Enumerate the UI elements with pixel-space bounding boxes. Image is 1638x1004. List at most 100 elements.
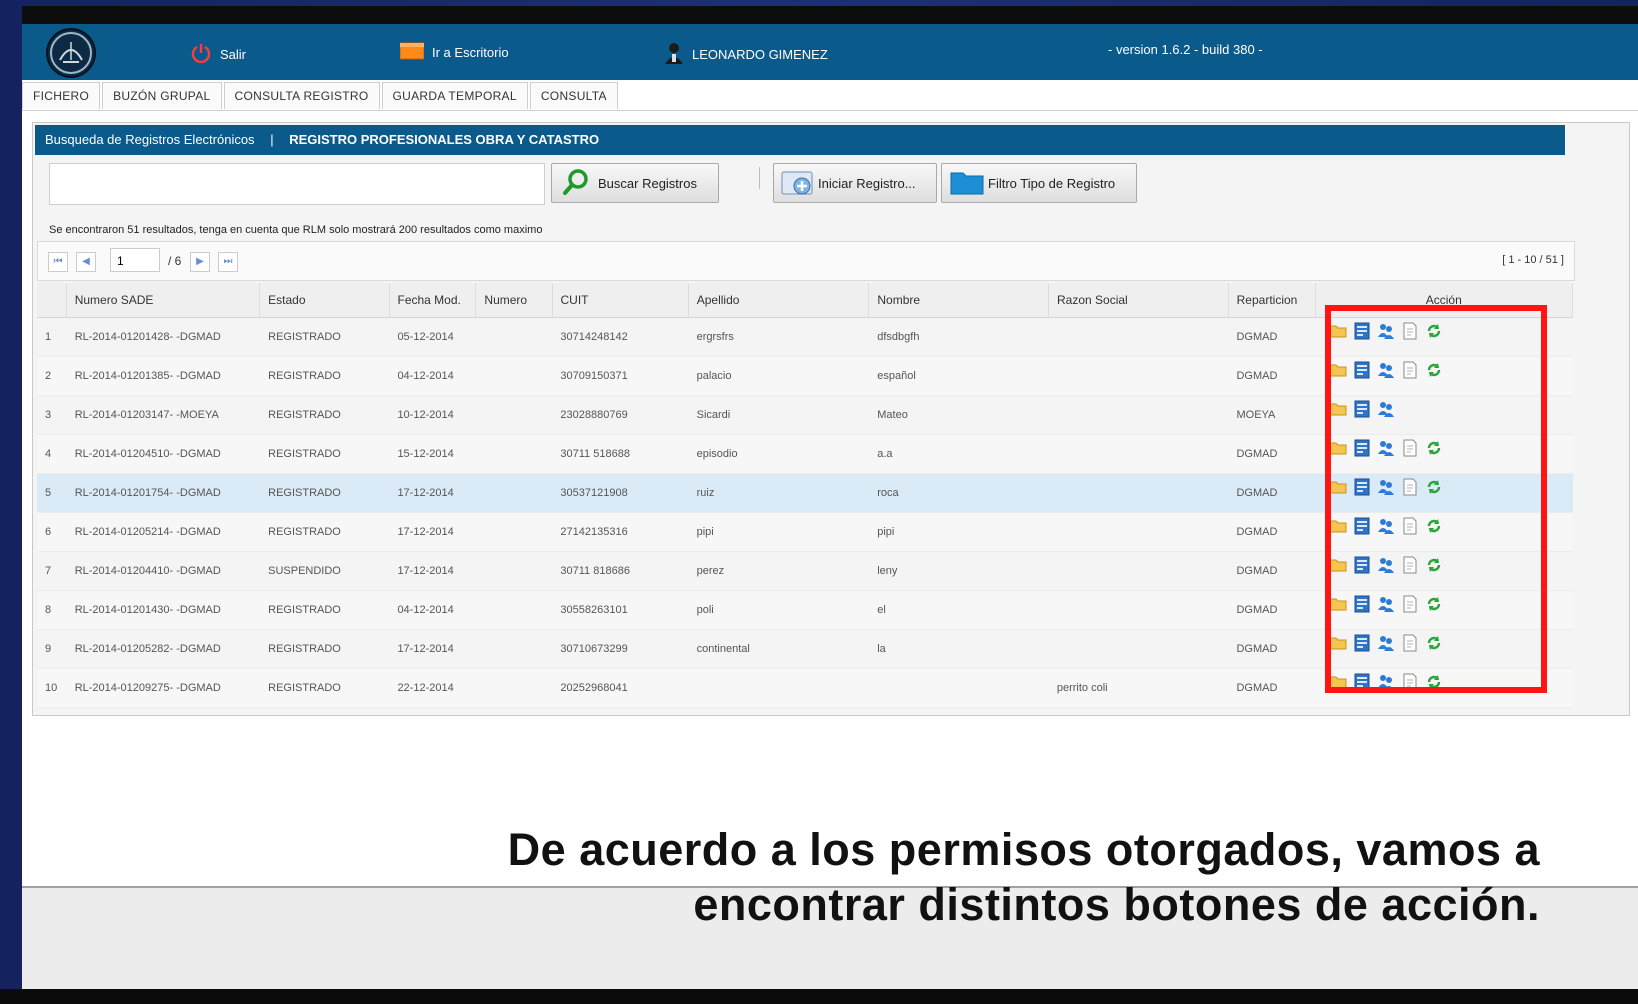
table-row[interactable]: 1 RL-2014-01201428- -DGMAD REGISTRADO 05-12… (37, 318, 1573, 357)
form-action-icon[interactable] (1353, 552, 1371, 590)
form-action-icon[interactable] (1353, 396, 1371, 434)
form-action-icon[interactable] (1353, 435, 1371, 473)
users-action-icon[interactable] (1377, 513, 1395, 551)
form-action-icon[interactable] (1353, 318, 1371, 356)
document-action-icon[interactable] (1401, 669, 1419, 707)
cell-numero-sade: RL-2014-01201754- -DGMAD (74, 487, 221, 499)
cell-accion (1315, 318, 1573, 356)
table-row[interactable]: 9 RL-2014-01205282- -DGMAD REGISTRADO 17-12… (37, 630, 1573, 669)
refresh-action-icon[interactable] (1425, 630, 1443, 668)
folder-action-icon[interactable] (1329, 396, 1347, 434)
table-row[interactable]: 10 RL-2014-01209275- -DGMAD REGISTRADO 22-1… (37, 669, 1573, 708)
cell-estado: REGISTRADO (268, 604, 341, 616)
tab-fichero[interactable]: FICHERO (22, 82, 101, 109)
form-action-icon[interactable] (1353, 357, 1371, 395)
cell-fecha-mod: 04-12-2014 (397, 604, 454, 616)
desktop-icon (399, 42, 425, 63)
version-text: - version 1.6.2 - build 380 - (1108, 42, 1263, 57)
folder-action-icon[interactable] (1329, 669, 1347, 707)
cell-razon-social (1049, 474, 1229, 512)
search-records-button[interactable]: Buscar Registros (551, 163, 719, 203)
form-action-icon[interactable] (1353, 474, 1371, 512)
folder-action-icon[interactable] (1329, 318, 1347, 356)
form-action-icon[interactable] (1353, 630, 1371, 668)
folder-action-icon[interactable] (1329, 552, 1347, 590)
folder-action-icon[interactable] (1329, 435, 1347, 473)
document-action-icon[interactable] (1401, 318, 1419, 356)
users-action-icon[interactable] (1377, 552, 1395, 590)
col-nombre[interactable]: Nombre (869, 283, 1049, 317)
folder-action-icon[interactable] (1329, 513, 1347, 551)
table-row[interactable]: 8 RL-2014-01201430- -DGMAD REGISTRADO 04-12… (37, 591, 1573, 630)
col-razon-social[interactable]: Razon Social (1049, 283, 1229, 317)
folder-action-icon[interactable] (1329, 591, 1347, 629)
col-fecha-mod[interactable]: Fecha Mod. (390, 283, 477, 317)
document-action-icon[interactable] (1401, 513, 1419, 551)
col-cuit[interactable]: CUIT (553, 283, 689, 317)
refresh-action-icon[interactable] (1425, 513, 1443, 551)
folder-action-icon[interactable] (1329, 357, 1347, 395)
col-apellido[interactable]: Apellido (689, 283, 870, 317)
table-row[interactable]: 3 RL-2014-01203147- -MOEYA REGISTRADO 10-12… (37, 396, 1573, 435)
users-action-icon[interactable] (1377, 630, 1395, 668)
cell-row-index: 6 (45, 526, 52, 538)
exit-button[interactable]: Salir (190, 42, 246, 67)
table-row[interactable]: 6 RL-2014-01205214- -DGMAD REGISTRADO 17-12… (37, 513, 1573, 552)
users-action-icon[interactable] (1377, 591, 1395, 629)
users-action-icon[interactable] (1377, 435, 1395, 473)
document-action-icon[interactable] (1401, 435, 1419, 473)
users-action-icon[interactable] (1377, 396, 1395, 434)
document-action-icon[interactable] (1401, 630, 1419, 668)
users-action-icon[interactable] (1377, 357, 1395, 395)
tab-consulta[interactable]: CONSULTA (529, 82, 618, 109)
next-page-icon[interactable]: ▶ (190, 252, 210, 272)
prev-page-icon[interactable]: ◀ (76, 252, 96, 272)
tab-guarda-temporal[interactable]: GUARDA TEMPORAL (381, 82, 528, 109)
refresh-action-icon[interactable] (1425, 357, 1443, 395)
tab-buzon-grupal[interactable]: BUZÓN GRUPAL (102, 82, 222, 109)
cell-nombre: español (877, 370, 916, 382)
logo-icon[interactable] (46, 28, 96, 78)
search-input[interactable] (49, 163, 545, 205)
cell-numero (476, 474, 552, 512)
page-input[interactable]: 1 (110, 248, 160, 272)
refresh-action-icon[interactable] (1425, 318, 1443, 356)
search-panel: Busqueda de Registros Electrónicos | REG… (32, 122, 1630, 716)
folder-action-icon[interactable] (1329, 474, 1347, 512)
cell-row-index: 3 (45, 409, 52, 421)
table-row[interactable]: 7 RL-2014-01204410- -DGMAD SUSPENDIDO 17-12… (37, 552, 1573, 591)
cell-razon-social (1049, 435, 1229, 473)
refresh-action-icon[interactable] (1425, 591, 1443, 629)
users-action-icon[interactable] (1377, 474, 1395, 512)
tab-consulta-registro[interactable]: CONSULTA REGISTRO (223, 82, 380, 109)
user-info: LEONARDO GIMENEZ (664, 42, 828, 67)
refresh-action-icon[interactable] (1425, 435, 1443, 473)
users-action-icon[interactable] (1377, 669, 1395, 707)
document-action-icon[interactable] (1401, 591, 1419, 629)
desktop-link[interactable]: Ir a Escritorio (399, 42, 509, 63)
col-numero-sade[interactable]: Numero SADE (67, 283, 261, 317)
refresh-action-icon[interactable] (1425, 474, 1443, 512)
table-row[interactable]: 5 RL-2014-01201754- -DGMAD REGISTRADO 17-12… (37, 474, 1573, 513)
document-action-icon[interactable] (1401, 552, 1419, 590)
document-action-icon[interactable] (1401, 357, 1419, 395)
form-action-icon[interactable] (1353, 591, 1371, 629)
document-action-icon[interactable] (1401, 474, 1419, 512)
users-action-icon[interactable] (1377, 318, 1395, 356)
init-record-button[interactable]: Iniciar Registro... (773, 163, 937, 203)
folder-action-icon[interactable] (1329, 630, 1347, 668)
form-action-icon[interactable] (1353, 669, 1371, 707)
col-reparticion[interactable]: Reparticion (1229, 283, 1316, 317)
refresh-action-icon[interactable] (1425, 552, 1443, 590)
col-estado[interactable]: Estado (260, 283, 390, 317)
breadcrumb[interactable]: Busqueda de Registros Electrónicos (45, 132, 255, 147)
panel-title: REGISTRO PROFESIONALES OBRA Y CATASTRO (289, 132, 600, 147)
form-action-icon[interactable] (1353, 513, 1371, 551)
first-page-icon[interactable]: ⏮ (48, 252, 68, 272)
table-row[interactable]: 4 RL-2014-01204510- -DGMAD REGISTRADO 15-12… (37, 435, 1573, 474)
filter-type-button[interactable]: Filtro Tipo de Registro (941, 163, 1137, 203)
last-page-icon[interactable]: ⏭ (218, 252, 238, 272)
table-row[interactable]: 2 RL-2014-01201385- -DGMAD REGISTRADO 04-12… (37, 357, 1573, 396)
refresh-action-icon[interactable] (1425, 669, 1443, 707)
col-numero[interactable]: Numero (476, 283, 553, 317)
